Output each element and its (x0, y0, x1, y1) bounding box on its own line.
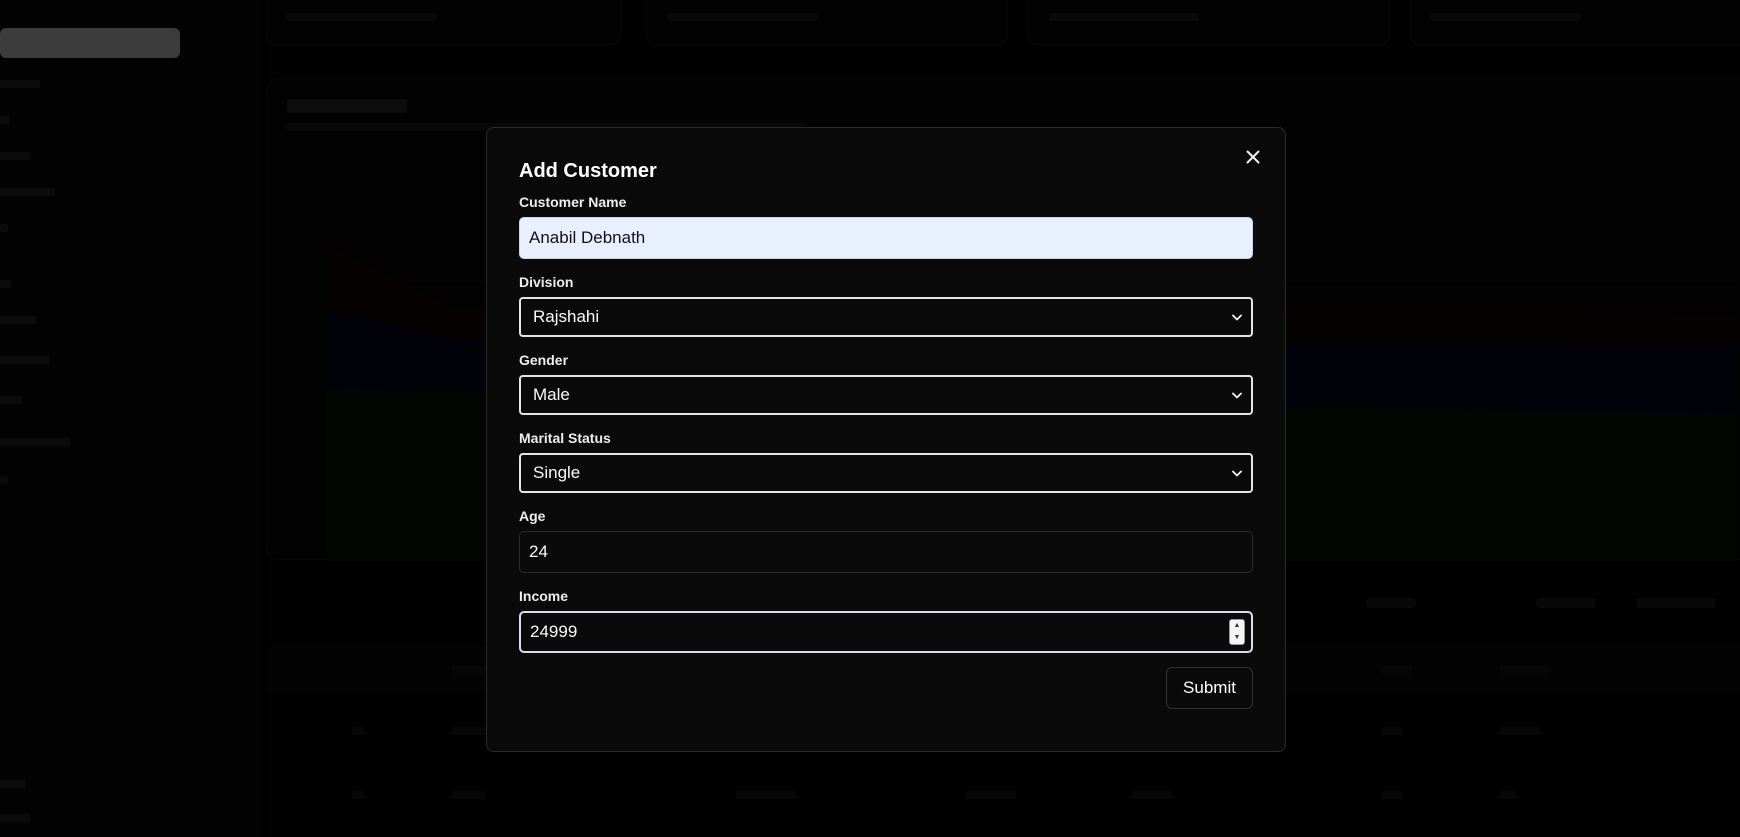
add-customer-dialog: Add Customer Customer Name Anabil Debnat… (486, 127, 1286, 752)
spinner-up-icon[interactable]: ▲ (1234, 622, 1241, 630)
age-field: Age 24 (519, 507, 1253, 573)
division-label: Division (519, 274, 574, 290)
chevron-down-icon (1231, 311, 1243, 323)
number-spinner-icon[interactable]: ▲ ▼ (1229, 619, 1245, 645)
spinner-down-icon[interactable]: ▼ (1234, 634, 1241, 642)
dialog-title: Add Customer (519, 160, 657, 182)
income-value: 24999 (530, 622, 578, 641)
close-icon (1246, 150, 1260, 164)
customer-name-input[interactable]: Anabil Debnath (519, 217, 1253, 259)
marital-status-field: Marital Status Single (519, 429, 1253, 493)
submit-button[interactable]: Submit (1166, 667, 1253, 709)
division-field: Division Rajshahi (519, 273, 1253, 337)
marital-status-select[interactable]: Single (519, 453, 1253, 493)
close-button[interactable] (1241, 145, 1265, 169)
chevron-down-icon (1231, 467, 1243, 479)
gender-label: Gender (519, 352, 569, 368)
age-value: 24 (529, 542, 548, 561)
income-input[interactable]: 24999 ▲ ▼ (519, 611, 1253, 653)
income-field: Income 24999 ▲ ▼ (519, 587, 1253, 653)
division-value: Rajshahi (533, 307, 600, 326)
chevron-down-icon (1231, 389, 1243, 401)
marital-status-label: Marital Status (519, 430, 611, 446)
division-select[interactable]: Rajshahi (519, 297, 1253, 337)
customer-name-label: Customer Name (519, 194, 627, 210)
gender-value: Male (533, 385, 570, 404)
gender-select[interactable]: Male (519, 375, 1253, 415)
age-input[interactable]: 24 (519, 531, 1253, 573)
customer-name-field: Customer Name Anabil Debnath (519, 193, 1253, 259)
customer-name-value: Anabil Debnath (529, 228, 646, 247)
age-label: Age (519, 508, 546, 524)
income-label: Income (519, 588, 569, 604)
dialog-footer: Submit (519, 667, 1253, 709)
marital-status-value: Single (533, 463, 581, 482)
gender-field: Gender Male (519, 351, 1253, 415)
